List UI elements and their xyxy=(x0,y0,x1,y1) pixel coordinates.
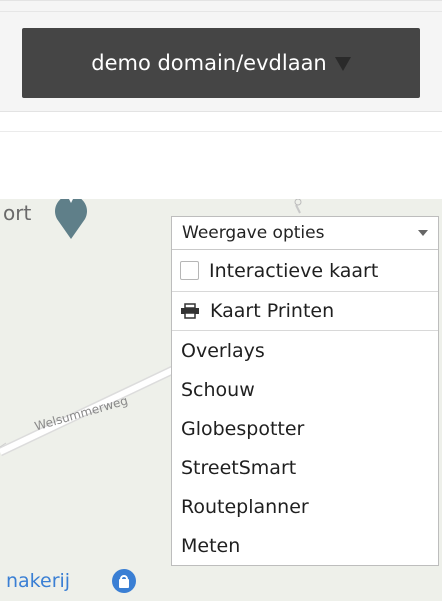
print-map-option[interactable]: Kaart Printen xyxy=(172,292,438,331)
map-place-label: ort xyxy=(3,201,32,225)
printer-icon xyxy=(180,303,200,319)
section-divider xyxy=(0,131,442,132)
map-poi-label: nakerij xyxy=(6,570,71,592)
print-map-label: Kaart Printen xyxy=(210,300,335,322)
menu-item-routeplanner[interactable]: Routeplanner xyxy=(172,487,438,526)
menu-item-label: Meten xyxy=(181,534,241,557)
caret-down-icon xyxy=(334,57,351,71)
display-options-dropdown[interactable]: Weergave opties xyxy=(172,217,438,250)
top-bar: demo domain/evdlaan xyxy=(0,0,442,112)
map-pin-icon[interactable] xyxy=(51,199,91,241)
menu-item-label: Globespotter xyxy=(181,417,305,440)
panel-title: Weergave opties xyxy=(182,223,325,243)
menu-item-meten[interactable]: Meten xyxy=(172,526,438,565)
domain-label: demo domain/evdlaan xyxy=(91,51,327,75)
menu-item-label: StreetSmart xyxy=(181,456,297,479)
top-divider xyxy=(0,11,442,12)
domain-selector-button[interactable]: demo domain/evdlaan xyxy=(22,28,420,98)
menu-item-label: Schouw xyxy=(181,378,255,401)
chevron-down-icon xyxy=(418,230,428,236)
menu-item-label: Overlays xyxy=(181,339,265,362)
menu-item-schouw[interactable]: Schouw xyxy=(172,370,438,409)
interactive-map-option[interactable]: Interactieve kaart xyxy=(172,250,438,292)
interactive-map-label: Interactieve kaart xyxy=(209,259,379,282)
interactive-map-checkbox[interactable] xyxy=(180,261,199,280)
display-options-panel: Weergave opties Interactieve kaart Kaart… xyxy=(171,216,439,566)
menu-item-label: Routeplanner xyxy=(181,495,309,518)
bag-poi-icon[interactable] xyxy=(111,568,137,594)
menu-item-overlays[interactable]: Overlays xyxy=(172,331,438,370)
menu-item-streetsmart[interactable]: StreetSmart xyxy=(172,448,438,487)
menu-item-globespotter[interactable]: Globespotter xyxy=(172,409,438,448)
